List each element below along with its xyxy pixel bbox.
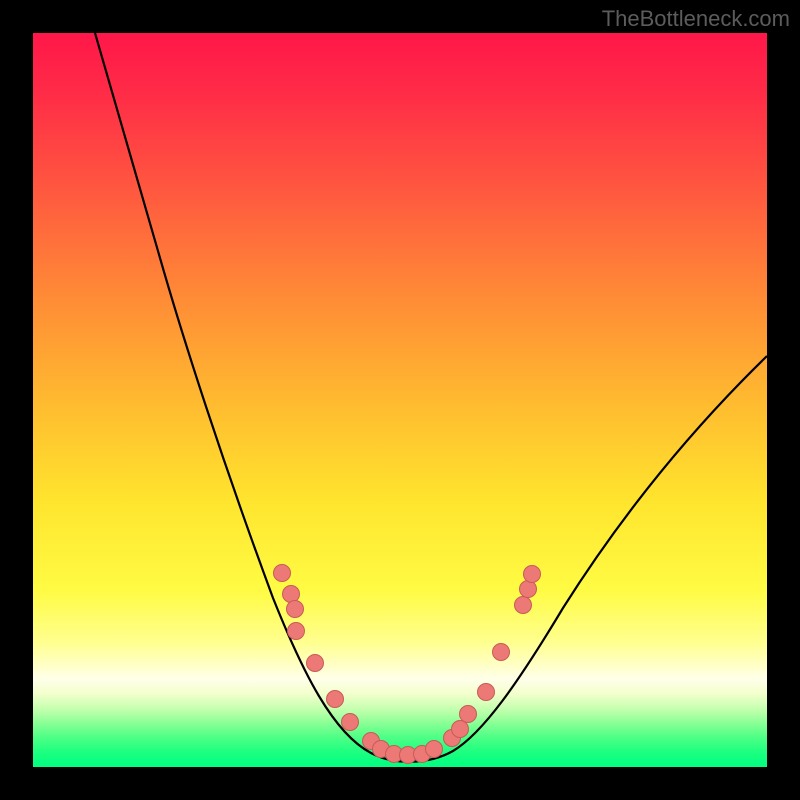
- curve-marker: [523, 565, 541, 583]
- curve-marker: [286, 600, 304, 618]
- curve-marker: [459, 705, 477, 723]
- curve-marker: [425, 740, 443, 758]
- chart-frame: TheBottleneck.com: [0, 0, 800, 800]
- plot-area: [33, 33, 767, 767]
- curve-marker: [306, 654, 324, 672]
- curve-marker: [477, 683, 495, 701]
- curve-marker: [273, 564, 291, 582]
- curve-marker: [492, 643, 510, 661]
- curve-marker: [514, 596, 532, 614]
- curve-svg: [33, 33, 767, 767]
- curve-marker: [326, 690, 344, 708]
- curve-marker: [287, 622, 305, 640]
- bottleneck-curve: [95, 33, 767, 762]
- curve-marker: [341, 713, 359, 731]
- watermark-label: TheBottleneck.com: [602, 6, 790, 32]
